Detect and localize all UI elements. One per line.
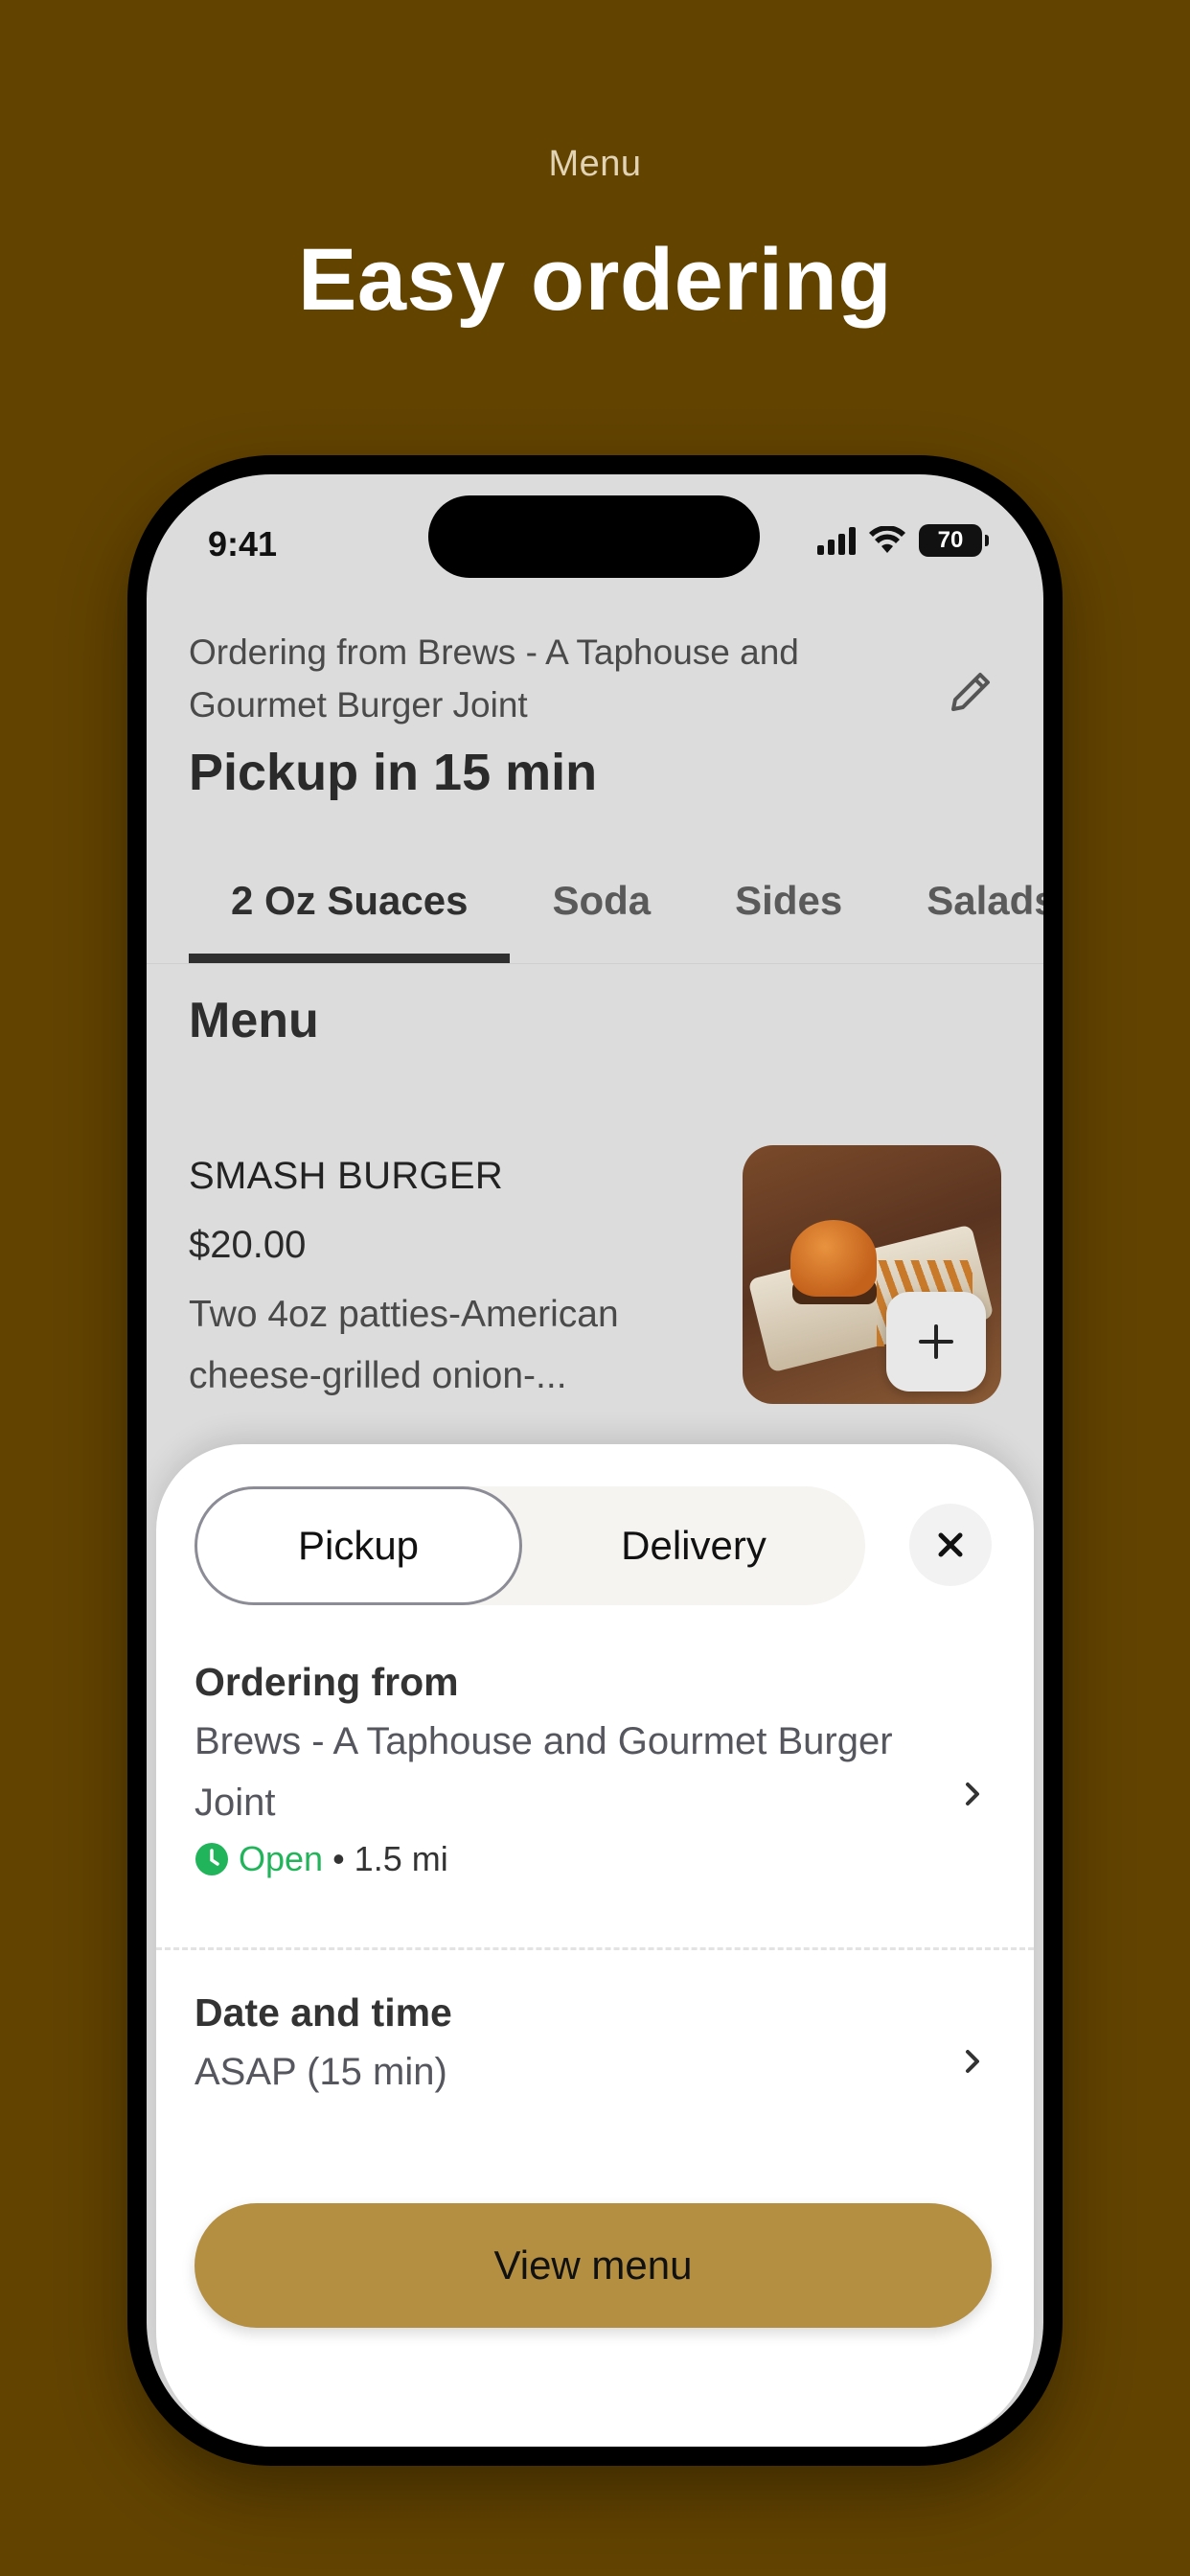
close-icon xyxy=(938,1532,963,1557)
item-name[interactable]: SMASH BURGER xyxy=(189,1155,503,1198)
ordering-from-text: Ordering from Brews - A Taphouse and Gou… xyxy=(189,632,799,724)
item-description: Two 4oz patties-American cheese-grilled … xyxy=(189,1294,619,1396)
distance-text: • 1.5 mi xyxy=(332,1839,448,1878)
phone-screen: 9:41 70 Ordering from Brews - A Taphouse… xyxy=(147,474,1043,2447)
section-divider xyxy=(156,1947,1034,1950)
date-time-row[interactable]: Date and time ASAP (15 min) xyxy=(195,1990,999,2103)
battery-icon: 70 xyxy=(919,524,989,557)
delivery-option[interactable]: Delivery xyxy=(522,1486,865,1605)
edit-location-button[interactable] xyxy=(940,661,1001,723)
restaurant-name: Brews - A Taphouse and Gourmet Burger Jo… xyxy=(195,1720,893,1824)
order-mode-sheet: Pickup Delivery Ordering from Brews - A … xyxy=(156,1444,1034,2447)
view-menu-button[interactable]: View menu xyxy=(195,2203,992,2328)
ordering-from-chevron-icon xyxy=(953,1775,992,1813)
category-tabs: 2 Oz Suaces Soda Sides Salads xyxy=(189,843,1043,963)
menu-heading: Menu xyxy=(189,993,319,1048)
ordering-from-row[interactable]: Ordering from Brews - A Taphouse and Gou… xyxy=(195,1660,999,1879)
date-time-title: Date and time xyxy=(195,1990,452,2035)
add-item-button[interactable] xyxy=(886,1292,986,1392)
clock-icon xyxy=(195,1843,228,1875)
status-time: 9:41 xyxy=(208,524,278,564)
order-mode-toggle: Pickup Delivery xyxy=(195,1486,865,1605)
status-icons: 70 xyxy=(817,524,989,557)
dynamic-island xyxy=(428,495,760,578)
plus-icon xyxy=(919,1324,953,1359)
hero-title: Easy ordering xyxy=(297,231,893,329)
pickup-time: Pickup in 15 min xyxy=(189,744,598,801)
cellular-signal-icon xyxy=(817,526,856,555)
date-time-chevron-icon xyxy=(953,2042,992,2081)
tab-soda[interactable]: Soda xyxy=(510,843,693,963)
tab-2-oz-sauces[interactable]: 2 Oz Suaces xyxy=(189,843,511,963)
tab-salads[interactable]: Salads xyxy=(884,843,1043,963)
pickup-option[interactable]: Pickup xyxy=(195,1486,522,1605)
open-status: Open xyxy=(239,1839,324,1878)
wifi-icon xyxy=(869,526,905,553)
tabs-divider xyxy=(147,963,1043,964)
hero-eyebrow: Menu xyxy=(548,144,642,184)
phone-frame: 9:41 70 Ordering from Brews - A Taphouse… xyxy=(127,455,1063,2466)
restaurant-status: Open • 1.5 mi xyxy=(195,1839,999,1879)
close-sheet-button[interactable] xyxy=(909,1504,992,1586)
ordering-from-title: Ordering from xyxy=(195,1660,459,1704)
item-price: $20.00 xyxy=(189,1224,307,1266)
burger-bun-image xyxy=(790,1220,877,1297)
tab-sides[interactable]: Sides xyxy=(693,843,884,963)
pencil-icon xyxy=(951,673,990,711)
date-time-value: ASAP (15 min) xyxy=(195,2051,447,2093)
